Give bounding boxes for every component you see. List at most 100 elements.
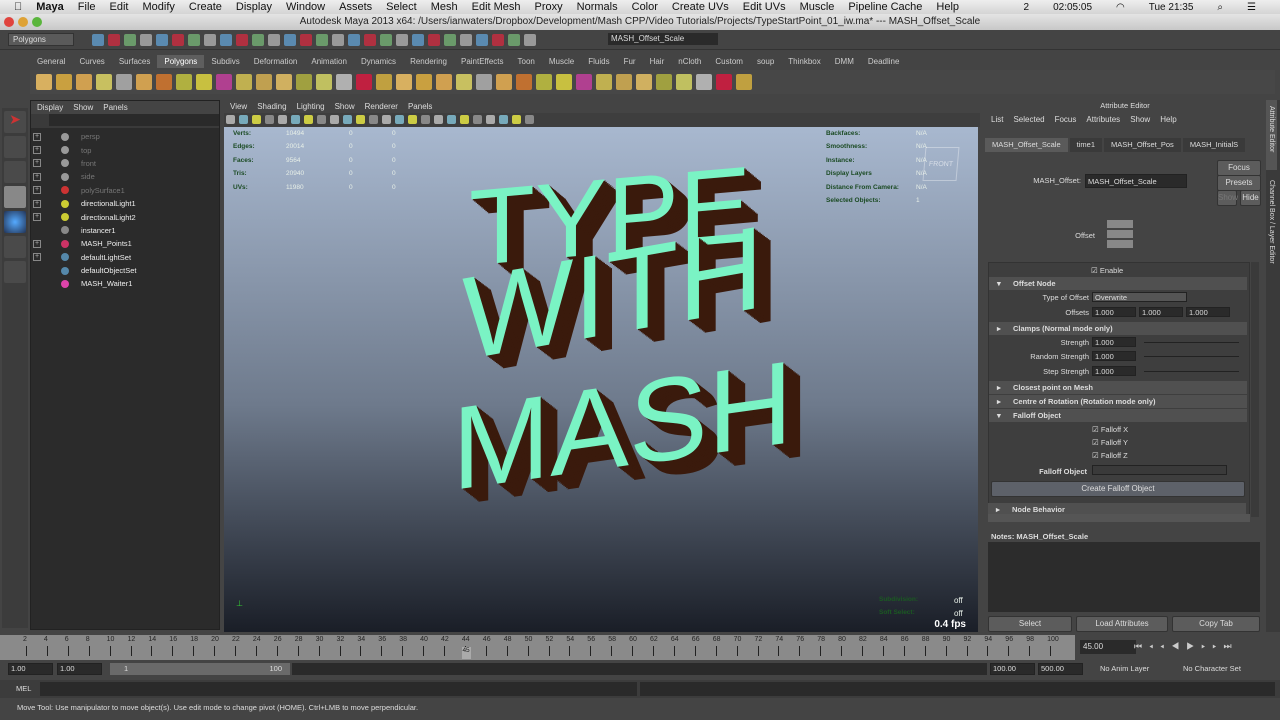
viewport-tool-icon[interactable]: [486, 115, 495, 124]
shelf-tool-icon[interactable]: [716, 74, 732, 90]
viewport-tool-icon[interactable]: [265, 115, 274, 124]
shelf-tool-icon[interactable]: [396, 74, 412, 90]
ae-menu-focus[interactable]: Focus: [1055, 112, 1077, 128]
expand-icon[interactable]: +: [33, 146, 41, 155]
manipulator-icon[interactable]: [4, 261, 26, 283]
status-tool-icon[interactable]: [284, 34, 296, 46]
shelf-tab-deformation[interactable]: Deformation: [247, 55, 305, 68]
menu-help[interactable]: Help: [936, 1, 959, 13]
viewport-menu-lighting[interactable]: Lighting: [297, 100, 325, 113]
expand-icon[interactable]: +: [33, 159, 41, 168]
section-clamps[interactable]: Clamps (Normal mode only): [989, 322, 1247, 335]
focus-button[interactable]: Focus: [1217, 160, 1261, 176]
outliner-menu-panels[interactable]: Panels: [103, 101, 127, 114]
tab-channel-box[interactable]: Channel Box / Layer Editor: [1266, 174, 1277, 270]
apple-icon[interactable]: : [14, 1, 22, 13]
rotate-tool-icon[interactable]: [4, 211, 26, 233]
range-bar[interactable]: 1 100: [110, 663, 290, 675]
strength-slider[interactable]: [1144, 342, 1239, 343]
outliner-item[interactable]: + defaultLightSet: [31, 251, 219, 264]
shelf-tab-general[interactable]: General: [30, 55, 72, 68]
viewport-tool-icon[interactable]: [434, 115, 443, 124]
time-slider[interactable]: 2 4 6 8 10 12 14 16 18 20 22 24 26 28 30 32 34 36 38 40 42 44…: [0, 635, 1075, 660]
falloff-x-checkbox[interactable]: ☑ Falloff X: [1092, 425, 1128, 434]
move-tool-icon[interactable]: [4, 186, 26, 208]
create-falloff-object-button[interactable]: Create Falloff Object: [991, 481, 1245, 497]
shelf-tool-icon[interactable]: [596, 74, 612, 90]
status-tool-icon[interactable]: [476, 34, 488, 46]
shelf-tab-surfaces[interactable]: Surfaces: [112, 55, 158, 68]
offset-z-field[interactable]: 1.000: [1186, 307, 1230, 317]
shelf-tool-icon[interactable]: [516, 74, 532, 90]
outliner-item[interactable]: MASH_Waiter1: [31, 277, 219, 290]
start-time-field[interactable]: 1.00: [8, 663, 53, 675]
viewport-tool-icon[interactable]: [421, 115, 430, 124]
menu-edit[interactable]: Edit: [110, 1, 129, 13]
outliner-item[interactable]: + top: [31, 143, 219, 156]
shelf-tool-icon[interactable]: [476, 74, 492, 90]
outliner-menu-display[interactable]: Display: [37, 101, 63, 114]
type-of-offset-dropdown[interactable]: Overwrite: [1092, 292, 1187, 302]
status-tool-icon[interactable]: [236, 34, 248, 46]
status-tool-icon[interactable]: [492, 34, 504, 46]
expand-icon[interactable]: +: [33, 213, 41, 222]
expand-icon[interactable]: +: [33, 199, 41, 208]
shelf-tool-icon[interactable]: [276, 74, 292, 90]
outliner-menu-show[interactable]: Show: [73, 101, 93, 114]
shelf-tool-icon[interactable]: [536, 74, 552, 90]
ae-menu-list[interactable]: List: [991, 112, 1003, 128]
section-falloff-object[interactable]: Falloff Object: [989, 409, 1247, 422]
expand-icon[interactable]: +: [33, 253, 41, 262]
shelf-tab-fluids[interactable]: Fluids: [581, 55, 616, 68]
end-time-field[interactable]: 500.00: [1038, 663, 1083, 675]
shelf-tool-icon[interactable]: [736, 74, 752, 90]
shelf-tab-animation[interactable]: Animation: [304, 55, 354, 68]
status-tool-icon[interactable]: [92, 34, 104, 46]
outliner-item[interactable]: + persp: [31, 130, 219, 143]
shelf-tool-icon[interactable]: [176, 74, 192, 90]
shelf-tool-icon[interactable]: [36, 74, 52, 90]
shelf-tab-soup[interactable]: soup: [750, 55, 781, 68]
falloff-z-checkbox[interactable]: ☑ Falloff Z: [1092, 451, 1128, 460]
offset-y-field[interactable]: 1.000: [1139, 307, 1183, 317]
section-offset-node[interactable]: Offset Node: [989, 277, 1247, 290]
viewport-tool-icon[interactable]: [512, 115, 521, 124]
ae-tab[interactable]: MASH_InitialS: [1182, 138, 1246, 152]
step-strength-field[interactable]: 1.000: [1092, 366, 1136, 376]
viewport-menu-renderer[interactable]: Renderer: [365, 100, 398, 113]
object-name-field[interactable]: MASH_Offset_Scale: [608, 33, 718, 45]
outliner-item[interactable]: defaultObjectSet: [31, 264, 219, 277]
menu-create-uvs[interactable]: Create UVs: [672, 1, 729, 13]
lasso-tool-icon[interactable]: [4, 136, 26, 158]
status-tool-icon[interactable]: [220, 34, 232, 46]
list-icon[interactable]: ☰: [1247, 2, 1256, 13]
shelf-tab-dynamics[interactable]: Dynamics: [354, 55, 403, 68]
horizontal-scrollbar[interactable]: [988, 514, 1250, 522]
shelf-tool-icon[interactable]: [216, 74, 232, 90]
menu-edit-mesh[interactable]: Edit Mesh: [472, 1, 521, 13]
menu-file[interactable]: File: [78, 1, 96, 13]
shelf-tab-thinkbox[interactable]: Thinkbox: [781, 55, 827, 68]
shelf-tab-hair[interactable]: Hair: [643, 55, 672, 68]
viewport-tool-icon[interactable]: [499, 115, 508, 124]
menuset-dropdown[interactable]: Polygons: [8, 33, 74, 46]
copy-tab-button[interactable]: Copy Tab: [1172, 616, 1260, 632]
tab-attribute-editor[interactable]: Attribute Editor: [1266, 100, 1277, 170]
shelf-tool-icon[interactable]: [156, 74, 172, 90]
viewport-tool-icon[interactable]: [343, 115, 352, 124]
menu-muscle[interactable]: Muscle: [800, 1, 835, 13]
status-tool-icon[interactable]: [412, 34, 424, 46]
status-tool-icon[interactable]: [460, 34, 472, 46]
node-name-field[interactable]: MASH_Offset_Scale: [1085, 174, 1187, 188]
playback-controls[interactable]: ⏮◂◂◀▶▸▸⏭: [1134, 641, 1239, 652]
shelf-tab-dmm[interactable]: DMM: [828, 55, 861, 68]
search-icon[interactable]: ⌕: [1217, 2, 1223, 13]
menu-window[interactable]: Window: [286, 1, 325, 13]
outliner-item[interactable]: + front: [31, 157, 219, 170]
status-tool-icon[interactable]: [348, 34, 360, 46]
outliner-item[interactable]: + MASH_Points1: [31, 237, 219, 250]
current-frame-field[interactable]: 45.00: [1080, 640, 1136, 654]
expand-icon[interactable]: +: [33, 186, 41, 195]
menu-color[interactable]: Color: [632, 1, 658, 13]
outliner-item[interactable]: + polySurface1: [31, 184, 219, 197]
